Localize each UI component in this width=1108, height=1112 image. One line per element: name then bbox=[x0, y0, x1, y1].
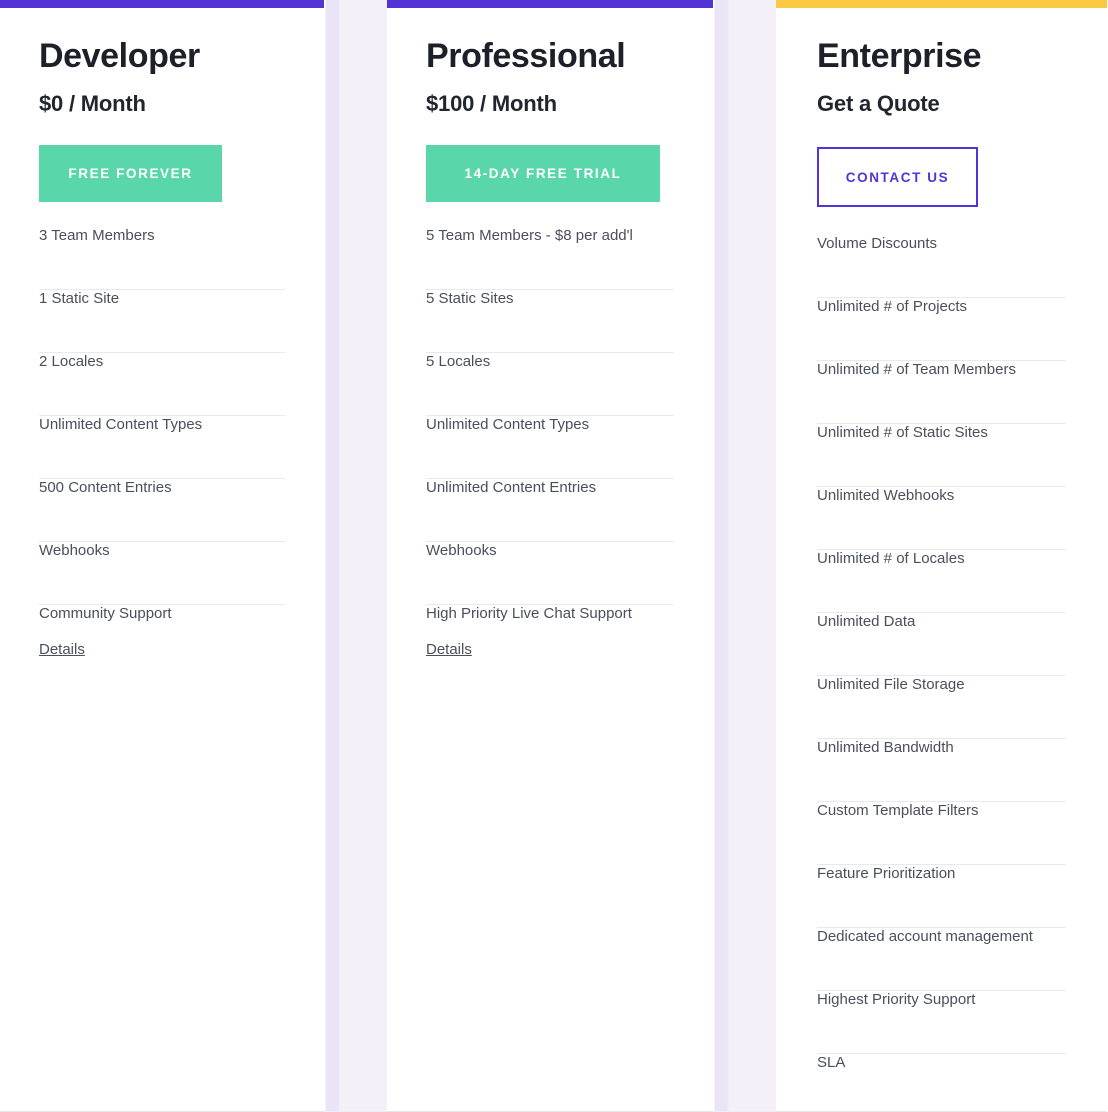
list-item: Feature Prioritization bbox=[817, 865, 1066, 928]
list-item: 2 Locales bbox=[39, 353, 285, 416]
free-forever-button[interactable]: FREE FOREVER bbox=[39, 145, 222, 202]
plan-price-developer: $0 / Month bbox=[39, 91, 146, 116]
plan-card-developer: Developer $0 / Month FREE FOREVER 3 Team… bbox=[0, 0, 324, 1112]
list-item: 5 Team Members - $8 per add'l bbox=[426, 227, 674, 290]
list-item: 5 Locales bbox=[426, 353, 674, 416]
list-item: Unlimited # of Locales bbox=[817, 550, 1066, 613]
list-item: Volume Discounts bbox=[817, 235, 1066, 298]
accent-bar-developer bbox=[0, 0, 324, 8]
plan-card-professional: Professional $100 / Month 14-DAY FREE TR… bbox=[387, 0, 713, 1112]
list-item: Webhooks bbox=[39, 542, 285, 605]
list-item: Community Support bbox=[39, 605, 172, 622]
plan-title-enterprise: Enterprise bbox=[817, 37, 982, 75]
list-item: SLA bbox=[817, 1054, 846, 1071]
list-item: Unlimited Content Types bbox=[39, 416, 285, 479]
list-item: High Priority Live Chat Support bbox=[426, 605, 632, 622]
list-item: Unlimited # of Team Members bbox=[817, 361, 1066, 424]
list-item: Highest Priority Support bbox=[817, 991, 1066, 1054]
list-item: Unlimited # of Static Sites bbox=[817, 424, 1066, 487]
feature-list-professional: 5 Team Members - $8 per add'l 5 Static S… bbox=[426, 227, 674, 623]
plan-price-enterprise: Get a Quote bbox=[817, 91, 940, 116]
plan-title-professional: Professional bbox=[426, 37, 626, 75]
plan-body-developer: Developer $0 / Month FREE FOREVER 3 Team… bbox=[0, 8, 324, 1111]
list-item: 500 Content Entries bbox=[39, 479, 285, 542]
list-item: Unlimited # of Projects bbox=[817, 298, 1066, 361]
plan-body-professional: Professional $100 / Month 14-DAY FREE TR… bbox=[387, 8, 713, 1111]
list-item: Unlimited Data bbox=[817, 613, 1066, 676]
list-item: Unlimited Content Entries bbox=[426, 479, 674, 542]
feature-list-enterprise: Volume Discounts Unlimited # of Projects… bbox=[817, 235, 1066, 1072]
list-item: Unlimited File Storage bbox=[817, 676, 1066, 739]
column-gutter-2 bbox=[713, 0, 776, 1112]
list-item: 3 Team Members bbox=[39, 227, 285, 290]
feature-list-developer: 3 Team Members 1 Static Site 2 Locales U… bbox=[39, 227, 285, 623]
list-item: Dedicated account management bbox=[817, 928, 1066, 991]
column-gutter-1 bbox=[324, 0, 387, 1112]
accent-bar-professional bbox=[387, 0, 713, 8]
list-item: 5 Static Sites bbox=[426, 290, 674, 353]
details-link-developer[interactable]: Details bbox=[39, 641, 85, 658]
list-item: Unlimited Webhooks bbox=[817, 487, 1066, 550]
list-item: 1 Static Site bbox=[39, 290, 285, 353]
pricing-table: Developer $0 / Month FREE FOREVER 3 Team… bbox=[0, 0, 1108, 1112]
accent-bar-enterprise bbox=[776, 0, 1107, 8]
free-trial-button[interactable]: 14-DAY FREE TRIAL bbox=[426, 145, 660, 202]
plan-card-enterprise: Enterprise Get a Quote CONTACT US Volume… bbox=[776, 0, 1107, 1112]
plan-price-professional: $100 / Month bbox=[426, 91, 557, 116]
list-item: Unlimited Bandwidth bbox=[817, 739, 1066, 802]
list-item: Unlimited Content Types bbox=[426, 416, 674, 479]
plan-body-enterprise: Enterprise Get a Quote CONTACT US Volume… bbox=[776, 8, 1107, 1111]
page-title: Developer bbox=[39, 37, 200, 75]
details-link-professional[interactable]: Details bbox=[426, 641, 472, 658]
list-item: Webhooks bbox=[426, 542, 674, 605]
contact-us-button[interactable]: CONTACT US bbox=[817, 147, 978, 207]
list-item: Custom Template Filters bbox=[817, 802, 1066, 865]
